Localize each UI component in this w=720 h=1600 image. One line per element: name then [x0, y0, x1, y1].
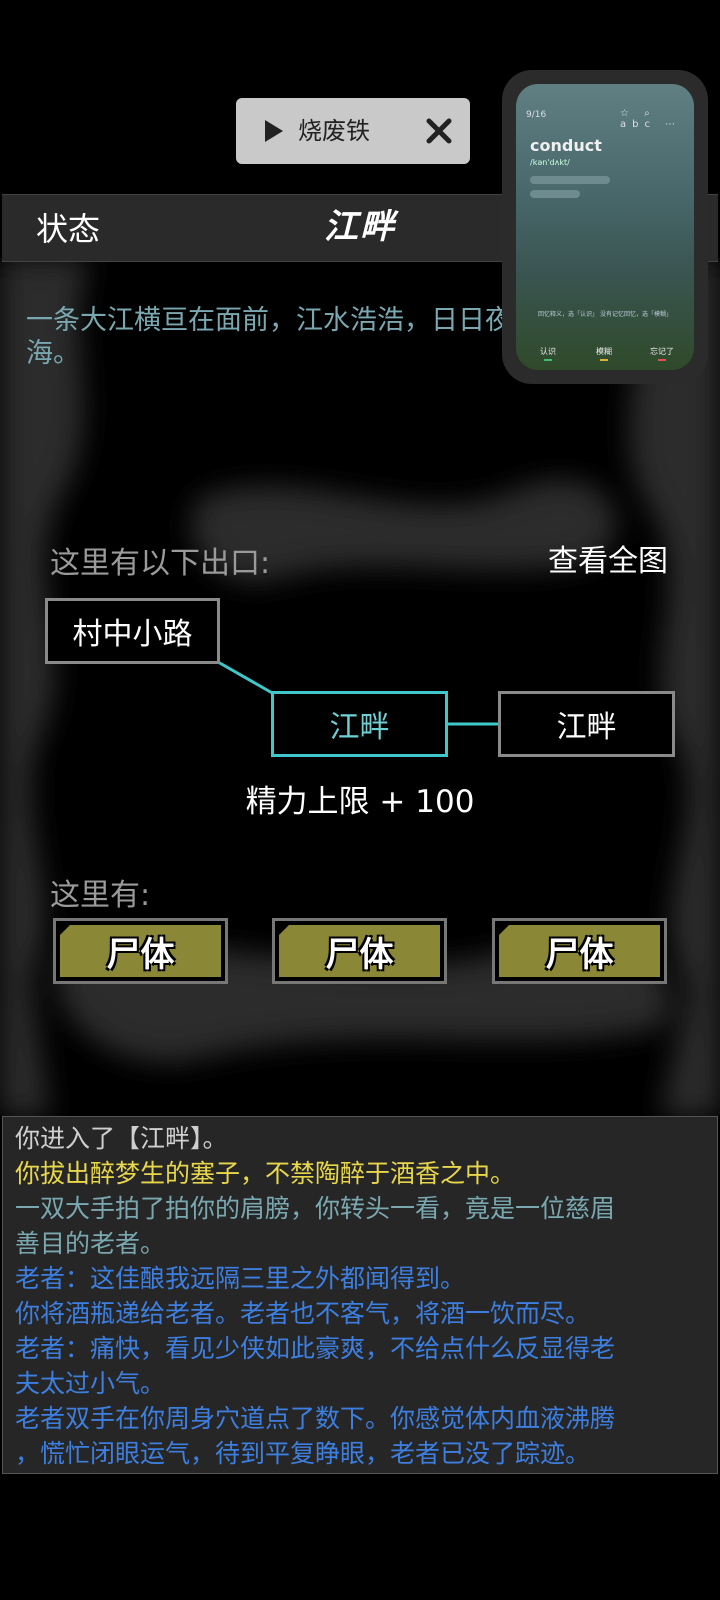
preview-vague-dot [600, 359, 608, 361]
log-line: 你拔出醉梦生的塞子，不禁陶醉于酒香之中。 [15, 1159, 516, 1188]
app-preview-screen[interactable]: 9/16 ☆ ⌕ abc ⋯ conduct /kən'dʌkt/ 回忆释义，选… [516, 84, 694, 370]
stamina-bonus-text: 精力上限 + 100 [245, 784, 475, 820]
preview-hint: 回忆释义，选「认识」 没有记忆回忆，选「模糊」 [538, 311, 672, 318]
close-icon[interactable] [424, 116, 454, 146]
log-line: ，慌忙闭眼运气，待到平复睁眼，老者已没了踪迹。 [15, 1439, 591, 1468]
now-playing-pill[interactable]: 烧废铁 [236, 98, 470, 164]
entity-corpse-button[interactable]: 尸体 [272, 918, 447, 984]
preview-know-label: 认识 [540, 347, 556, 356]
entity-corpse-label: 尸体 [60, 925, 221, 977]
message-log[interactable]: 你进入了【江畔】。 你拔出醉梦生的塞子，不禁陶醉于酒香之中。 一双大手拍了拍你的… [2, 1116, 718, 1474]
current-location-node: 江畔 [271, 691, 448, 757]
exits-label: 这里有以下出口: [50, 546, 271, 581]
log-line: 夫太过小气。 [15, 1369, 166, 1398]
log-line: 老者双手在你周身穴道点了数下。你感觉体内血液沸腾 [15, 1404, 616, 1433]
preview-forgot-button[interactable]: 忘记了 [650, 346, 674, 361]
preview-forgot-label: 忘记了 [650, 347, 674, 356]
preview-word: conduct [530, 136, 602, 155]
preview-vague-label: 模糊 [596, 347, 612, 356]
preview-forgot-dot [658, 359, 666, 361]
exit-village-path[interactable]: 村中小路 [45, 598, 220, 664]
entity-corpse-label: 尸体 [499, 925, 660, 977]
entity-corpse-button[interactable]: 尸体 [492, 918, 667, 984]
entity-corpse-label: 尸体 [279, 925, 440, 977]
preview-counter: 9/16 [526, 110, 547, 120]
view-full-map-link[interactable]: 查看全图 [548, 536, 668, 580]
entity-corpse-button[interactable]: 尸体 [53, 918, 228, 984]
log-line: 善目的老者。 [15, 1229, 166, 1258]
preview-toolbar-icons: ☆ ⌕ abc ⋯ [620, 108, 682, 130]
preview-placeholder-bar [530, 176, 610, 184]
log-line: 老者：这佳酿我远隔三里之外都闻得到。 [15, 1264, 466, 1293]
log-line: 一双大手拍了拍你的肩膀，你转头一看，竟是一位慈眉 [15, 1194, 616, 1223]
play-icon[interactable] [260, 118, 286, 144]
exit-riverside-east[interactable]: 江畔 [498, 691, 675, 757]
preview-phonetic: /kən'dʌkt/ [530, 158, 570, 167]
log-line: 你将酒瓶递给老者。老者也不客气，将酒一饮而尽。 [15, 1299, 591, 1328]
preview-vague-button[interactable]: 模糊 [596, 346, 612, 361]
smoke-background [0, 258, 720, 1116]
preview-know-button[interactable]: 认识 [540, 346, 556, 361]
floating-app-preview[interactable]: 9/16 ☆ ⌕ abc ⋯ conduct /kən'dʌkt/ 回忆释义，选… [502, 70, 708, 384]
preview-placeholder-bar [530, 190, 580, 198]
now-playing-title: 烧废铁 [298, 117, 370, 145]
preview-know-dot [544, 359, 552, 361]
log-line: 你进入了【江畔】。 [15, 1124, 228, 1153]
log-line: 老者：痛快，看见少侠如此豪爽，不给点什么反显得老 [15, 1334, 616, 1363]
here-label: 这里有: [50, 878, 151, 913]
